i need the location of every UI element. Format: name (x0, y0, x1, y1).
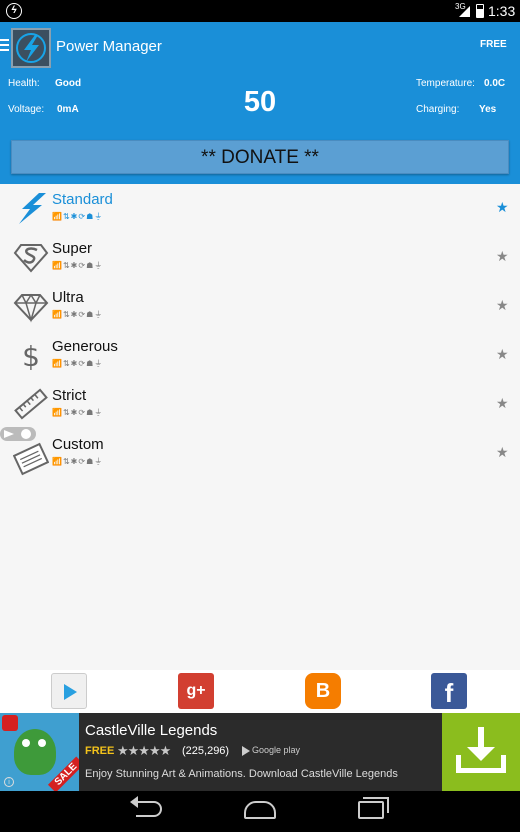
star-icon[interactable]: ★ (496, 444, 509, 461)
feature-icons: 📶⇅✱⟳☗⏚ (52, 457, 104, 466)
feature-icons: 📶⇅✱⟳☗⏚ (52, 359, 104, 368)
ad-store-label: Google play (252, 745, 301, 755)
play-store-icon[interactable] (51, 673, 87, 709)
profile-name: Generous (52, 338, 118, 355)
profile-name: Custom (52, 436, 104, 453)
clock: 1:33 (488, 3, 516, 19)
feature-icons: 📶⇅✱⟳☗⏚ (52, 310, 104, 319)
profile-standard[interactable]: Standard 📶⇅✱⟳☗⏚ ★ (0, 184, 520, 233)
ad-price: FREE (85, 745, 115, 757)
blogger-icon[interactable]: B (305, 673, 341, 709)
dragon-icon (14, 729, 56, 775)
profile-generous[interactable]: $ Generous 📶⇅✱⟳☗⏚ ★ (0, 331, 520, 380)
ad-info-icon[interactable]: i (4, 777, 14, 787)
ad-description: Enjoy Stunning Art & Animations. Downloa… (85, 768, 398, 780)
feature-icons: 📶⇅✱⟳☗⏚ (52, 408, 104, 417)
star-icon[interactable]: ★ (496, 346, 509, 363)
profile-name: Strict (52, 387, 87, 404)
charging-label: Charging: (416, 104, 460, 115)
app-title: Power Manager (56, 38, 162, 55)
health-label: Health: (8, 78, 40, 89)
google-plus-icon[interactable]: g+ (178, 673, 214, 709)
feature-icons: 📶⇅✱⟳☗⏚ (52, 261, 104, 270)
ad-badge-icon (2, 715, 18, 731)
navigation-bar (0, 791, 520, 832)
charging-value: Yes (479, 104, 497, 115)
profile-strict[interactable]: Strict 📶⇅✱⟳☗⏚ ★ (0, 380, 520, 429)
svg-text:$: $ (22, 340, 40, 373)
temperature-value: 0.0C (484, 78, 506, 89)
ad-banner[interactable]: SALE i CastleVille Legends FREE ★★★★★ (2… (0, 713, 520, 791)
app-header: Power Manager FREE Health: Good Voltage:… (0, 22, 520, 184)
star-icon[interactable]: ★ (496, 248, 509, 265)
ad-title[interactable]: CastleVille Legends (85, 722, 217, 739)
back-icon[interactable] (130, 796, 162, 817)
share-bar: g+ B f (0, 670, 520, 713)
free-badge: FREE (480, 39, 507, 50)
home-icon[interactable] (244, 801, 276, 819)
google-play-icon (242, 746, 250, 756)
download-button[interactable] (442, 713, 520, 791)
menu-icon[interactable] (0, 39, 9, 54)
profile-name: Standard (52, 191, 113, 208)
star-icon[interactable]: ★ (496, 297, 509, 314)
diamond-icon (13, 293, 49, 323)
profile-custom[interactable]: Custom 📶⇅✱⟳☗⏚ ★ (0, 427, 520, 478)
battery-level: 50 (243, 86, 277, 118)
feature-icons: 📶⇅✱⟳☗⏚ (52, 212, 104, 221)
voltage-label: Voltage: (8, 104, 45, 115)
ad-rating-stars: ★★★★★ (117, 743, 171, 758)
dollar-icon: $ (22, 340, 40, 373)
power-manager-notification-icon: ϟ (6, 3, 22, 19)
profile-super[interactable]: Super 📶⇅✱⟳☗⏚ ★ (0, 233, 520, 282)
recent-apps-icon[interactable] (358, 797, 389, 819)
temperature-label: Temperature: (416, 78, 475, 89)
facebook-icon[interactable]: f (431, 673, 467, 709)
donate-button[interactable]: ** DONATE ** (11, 140, 509, 174)
superman-shield-icon (13, 244, 49, 273)
lightning-icon (19, 193, 46, 224)
health-value: Good (55, 78, 82, 89)
app-logo[interactable] (11, 28, 51, 68)
notepad-icon (13, 442, 49, 476)
ad-rating-count: (225,296) (182, 745, 230, 757)
ad-game-image[interactable]: SALE i (0, 713, 79, 791)
star-icon[interactable]: ★ (496, 395, 509, 412)
signal-icon (459, 6, 470, 17)
ruler-icon (14, 388, 48, 420)
profile-name: Ultra (52, 289, 84, 306)
profile-ultra[interactable]: Ultra 📶⇅✱⟳☗⏚ ★ (0, 282, 520, 331)
voltage-value: 0mA (57, 104, 79, 115)
profile-name: Super (52, 240, 93, 257)
status-bar: ϟ 3G 1:33 (0, 0, 520, 22)
lightning-icon (24, 35, 39, 62)
star-icon[interactable]: ★ (496, 199, 509, 216)
battery-icon (476, 4, 484, 18)
